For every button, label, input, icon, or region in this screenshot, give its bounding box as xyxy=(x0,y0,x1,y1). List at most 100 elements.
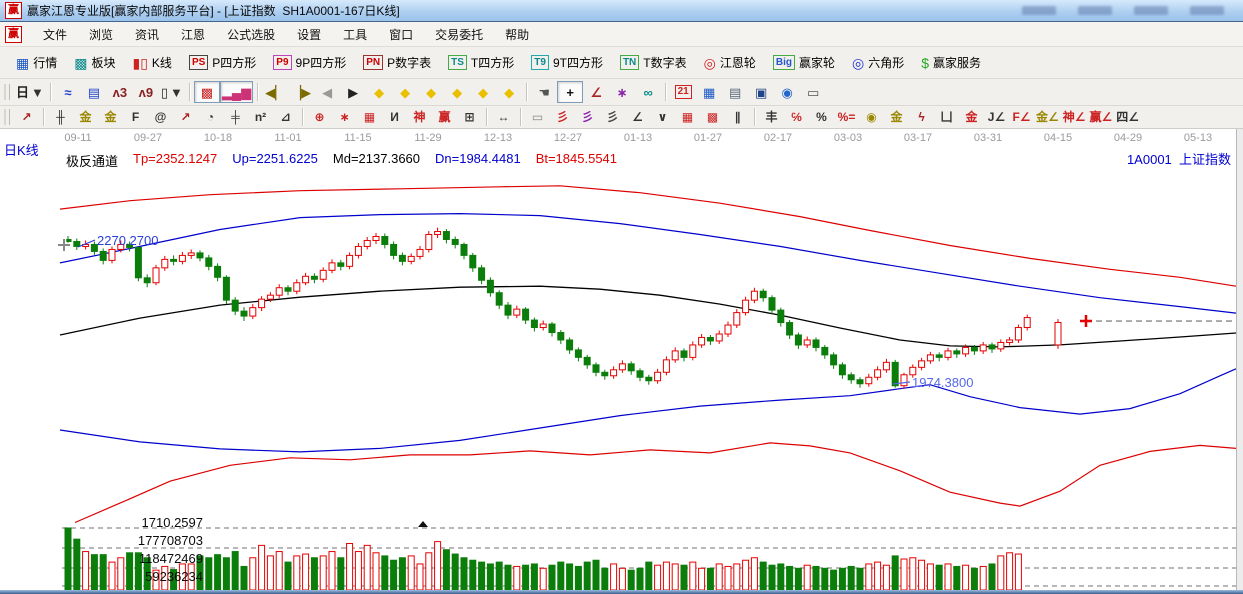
toolbar-kline[interactable]: ▮▯K线 xyxy=(125,50,180,75)
menu-窗口[interactable]: 窗口 xyxy=(378,23,424,46)
cup-tool[interactable]: 凵 xyxy=(934,108,959,127)
menu-浏览[interactable]: 浏览 xyxy=(78,23,124,46)
toolbar-winner-wheel[interactable]: Big赢家轮 xyxy=(765,50,843,75)
nav-next[interactable]: ▶ xyxy=(340,81,366,103)
menu-设置[interactable]: 设置 xyxy=(286,23,332,46)
j-angle-tool[interactable]: J∠ xyxy=(984,108,1009,127)
i-marks-tool[interactable]: И xyxy=(382,108,407,127)
percent-eq-tool[interactable]: %= xyxy=(834,108,859,127)
target-circle-tool[interactable]: ⊕ xyxy=(307,108,332,127)
parallel-lines-tool[interactable]: ∥ xyxy=(725,108,750,127)
titlebar-button[interactable] xyxy=(1134,6,1168,15)
nav-prev[interactable]: ◀ xyxy=(314,81,340,103)
toolbar-gann-wheel[interactable]: ◎江恩轮 xyxy=(696,50,764,75)
percent-tool[interactable]: % xyxy=(809,108,834,127)
save-icon[interactable]: ▣ xyxy=(748,81,774,103)
gold-circle-tool[interactable]: ◉ xyxy=(859,108,884,127)
gold-underline-tool[interactable]: 金 xyxy=(959,108,984,127)
percent-line-tool[interactable]: ℅ xyxy=(784,108,809,127)
calculator-icon[interactable]: ▦ xyxy=(696,81,722,103)
angle-lines-tool[interactable]: ∠ xyxy=(625,108,650,127)
titlebar-blurred-buttons[interactable] xyxy=(1022,6,1238,15)
web-sync-icon[interactable]: ◉ xyxy=(774,81,800,103)
lattice-red-1[interactable]: ▦ xyxy=(675,108,700,127)
ying-grid-tool[interactable]: 赢 xyxy=(432,108,457,127)
hand-tool[interactable]: ☚ xyxy=(531,81,557,103)
f-angle-tool[interactable]: F∠ xyxy=(1009,108,1034,127)
gold-lines-tool[interactable]: 金 xyxy=(884,108,909,127)
chart-pattern-icon[interactable]: ≈ xyxy=(55,81,81,103)
ying-angle-tool[interactable]: 赢∠ xyxy=(1088,108,1115,127)
star-grid-tool[interactable]: ∗ xyxy=(332,108,357,127)
v-dotted-tool[interactable]: ∨ xyxy=(650,108,675,127)
gann-diamond-cross[interactable]: ◆ xyxy=(444,81,470,103)
lattice-red-2[interactable]: ▩ xyxy=(700,108,725,127)
titlebar-button[interactable] xyxy=(1190,6,1224,15)
menu-帮助[interactable]: 帮助 xyxy=(494,23,540,46)
computer-icon[interactable]: ▭ xyxy=(800,81,826,103)
wave-9-icon[interactable]: ʌ9 xyxy=(133,81,159,103)
toolbar-winner-service[interactable]: $赢家服务 xyxy=(913,50,989,75)
gold-grid-2[interactable]: 金 xyxy=(98,108,123,127)
f-grid-tool[interactable]: F xyxy=(123,108,148,127)
gold-angle-tool[interactable]: 金∠ xyxy=(1034,108,1061,127)
measure-width-tool[interactable]: ↔ xyxy=(491,108,516,127)
menu-江恩[interactable]: 江恩 xyxy=(170,23,216,46)
teal-pattern-tool[interactable]: ∞ xyxy=(635,81,661,103)
red-grid-tool[interactable]: ▦ xyxy=(357,108,382,127)
si-angle-tool[interactable]: 四∠ xyxy=(1114,108,1141,127)
toolbar-9p-square[interactable]: P99P四方形 xyxy=(265,50,354,75)
gann-diamond-left[interactable]: ◆ xyxy=(366,81,392,103)
toolbar-t-table[interactable]: TNT数字表 xyxy=(612,50,695,75)
gann-diamond-4way[interactable]: ◆ xyxy=(496,81,522,103)
gold-grid-1[interactable]: 金 xyxy=(73,108,98,127)
menu-公式选股[interactable]: 公式选股 xyxy=(216,23,286,46)
toolbar-t-square[interactable]: TST四方形 xyxy=(440,50,522,75)
n-squared-tool[interactable]: n² xyxy=(248,108,273,127)
fence-grid-2[interactable]: ╪ xyxy=(223,108,248,127)
toolbar-9t-square[interactable]: T99T四方形 xyxy=(523,50,611,75)
ink-tool[interactable]: ϟ xyxy=(909,108,934,127)
toolbar-p-table[interactable]: PNP数字表 xyxy=(355,50,439,75)
bars-tool[interactable]: 丰 xyxy=(759,108,784,127)
angle-measure-tool[interactable]: ∠ xyxy=(583,81,609,103)
chart-scrollbar[interactable] xyxy=(1236,129,1243,590)
wave-3-icon[interactable]: ʌ3 xyxy=(107,81,133,103)
toolbar-quotes[interactable]: ▦行情 xyxy=(8,50,65,75)
flag-tool[interactable]: ⊿ xyxy=(273,108,298,127)
fan-lines-red[interactable]: 彡 xyxy=(550,108,575,127)
shen-angle-tool[interactable]: 神∠ xyxy=(1061,108,1088,127)
calendar-icon[interactable]: 21 xyxy=(670,81,696,103)
fence-grid-tool[interactable]: ╫ xyxy=(48,108,73,127)
gann-diamond-right[interactable]: ◆ xyxy=(392,81,418,103)
toolbar-p-square[interactable]: PSP四方形 xyxy=(181,50,264,75)
clock-cycle-tool[interactable]: ◔ xyxy=(198,108,223,127)
notes-icon[interactable]: ▤ xyxy=(722,81,748,103)
fan-box-purple[interactable]: 彡 xyxy=(575,108,600,127)
shen-grid-tool[interactable]: 神 xyxy=(407,108,432,127)
gann-diamond-star[interactable]: ◆ xyxy=(470,81,496,103)
histogram-icon[interactable]: ▂▄▆ xyxy=(220,81,253,103)
titlebar-button[interactable] xyxy=(1078,6,1112,15)
purple-ornament-tool[interactable]: ∗ xyxy=(609,81,635,103)
spiral-tool[interactable]: @ xyxy=(148,108,173,127)
toolbar-sectors[interactable]: ▩板块 xyxy=(66,50,123,75)
period-selector[interactable]: 日▼ xyxy=(14,81,46,103)
info-doc-icon[interactable]: ▤ xyxy=(81,81,107,103)
menu-文件[interactable]: 文件 xyxy=(32,23,78,46)
toolbar-hexagon[interactable]: ◎六角形 xyxy=(844,50,912,75)
brush-tool[interactable]: ↗ xyxy=(173,108,198,127)
menu-资讯[interactable]: 资讯 xyxy=(124,23,170,46)
red-lattice-icon[interactable]: ▩ xyxy=(194,81,220,103)
menu-工具[interactable]: 工具 xyxy=(332,23,378,46)
menu-交易委托[interactable]: 交易委托 xyxy=(424,23,494,46)
nav-first[interactable]: ◀▏ xyxy=(262,81,288,103)
titlebar-button[interactable] xyxy=(1022,6,1056,15)
crosshair-tool[interactable]: + xyxy=(557,81,583,103)
gann-diamond-horizontal[interactable]: ◆ xyxy=(418,81,444,103)
candle-style-selector[interactable]: ▯▼ xyxy=(159,81,185,103)
pen-tool[interactable]: ↗ xyxy=(14,108,39,127)
frame-tool[interactable]: ▭ xyxy=(525,108,550,127)
nav-last[interactable]: ▕▶ xyxy=(288,81,314,103)
ruler-grid-tool[interactable]: ⊞ xyxy=(457,108,482,127)
